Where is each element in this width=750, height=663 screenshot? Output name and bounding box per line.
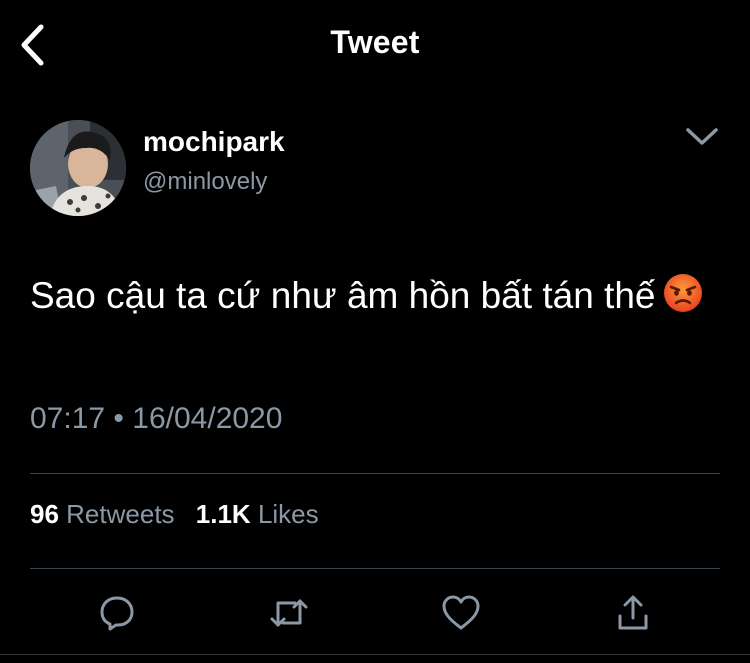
angry-face-emoji bbox=[662, 272, 704, 314]
page-title: Tweet bbox=[330, 24, 420, 60]
like-button[interactable] bbox=[436, 590, 486, 636]
tweet-body: Sao cậu ta cứ như âm hồn bất tán thế bbox=[30, 275, 656, 316]
display-name[interactable]: mochipark bbox=[143, 126, 285, 158]
tweet-author: mochipark @minlovely bbox=[30, 120, 720, 220]
retweets-stat[interactable]: 96 Retweets bbox=[30, 499, 175, 530]
tweet-date: 16/04/2020 bbox=[132, 402, 283, 435]
chevron-down-icon bbox=[686, 128, 718, 145]
retweet-button[interactable] bbox=[264, 590, 314, 636]
user-handle[interactable]: @minlovely bbox=[143, 168, 267, 196]
likes-count: 1.1K bbox=[195, 499, 251, 529]
like-icon bbox=[442, 595, 480, 630]
retweets-label: Retweets bbox=[66, 499, 175, 529]
tweet-time: 07:17 bbox=[30, 402, 106, 435]
header: Tweet bbox=[0, 0, 750, 90]
avatar[interactable] bbox=[30, 120, 126, 216]
retweet-icon bbox=[270, 599, 308, 627]
share-icon bbox=[618, 595, 648, 630]
timestamp-separator: • bbox=[113, 402, 124, 435]
divider bbox=[30, 568, 720, 569]
reply-button[interactable] bbox=[92, 590, 142, 636]
tweet-stats: 96 Retweets 1.1K Likes bbox=[30, 499, 333, 530]
retweets-count: 96 bbox=[30, 499, 59, 529]
bottom-divider bbox=[0, 654, 750, 655]
likes-label: Likes bbox=[257, 499, 319, 529]
avatar-image bbox=[30, 120, 126, 216]
share-button[interactable] bbox=[608, 590, 658, 636]
reply-icon bbox=[100, 596, 134, 631]
tweet-text: Sao cậu ta cứ như âm hồn bất tán thế bbox=[30, 270, 710, 322]
divider bbox=[30, 473, 720, 474]
likes-stat[interactable]: 1.1K Likes bbox=[196, 499, 319, 530]
tweet-menu-button[interactable] bbox=[682, 120, 722, 154]
tweet-actions bbox=[0, 590, 750, 640]
tweet-timestamp: 07:17 • 16/04/2020 bbox=[30, 402, 282, 436]
